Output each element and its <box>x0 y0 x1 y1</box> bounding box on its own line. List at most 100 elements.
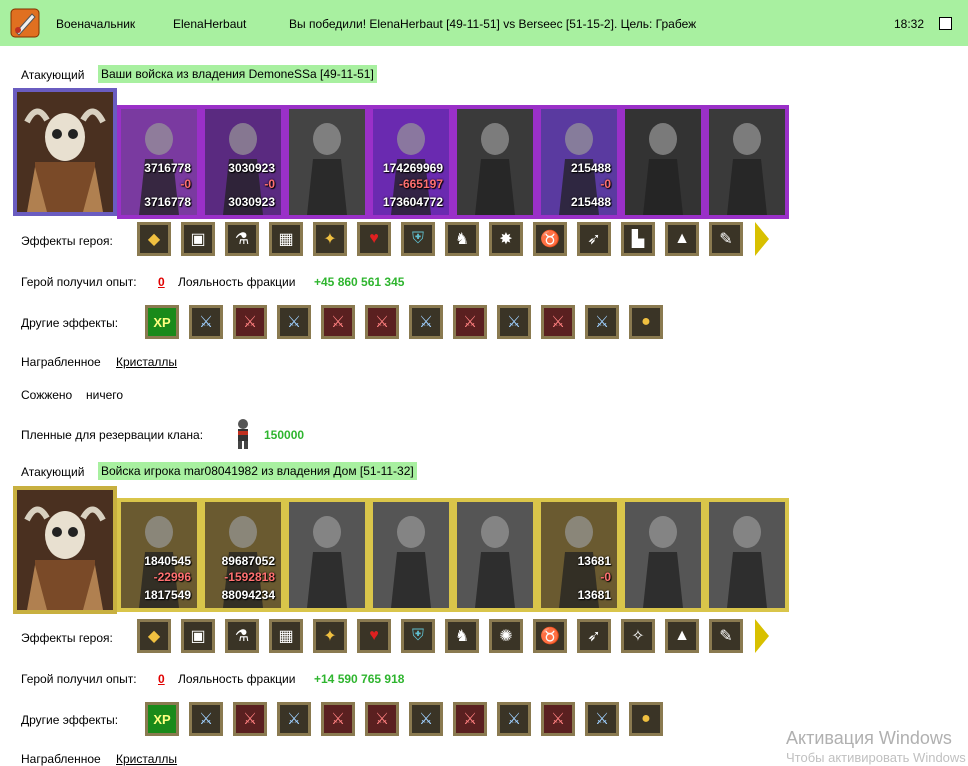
red-sword-icon[interactable]: ⚔ <box>541 702 575 736</box>
gift-icon[interactable]: ▦ <box>269 619 303 653</box>
army-unit-slot[interactable] <box>285 105 369 219</box>
gold-chest-icon[interactable]: ◆ <box>137 222 171 256</box>
hero-portrait[interactable] <box>13 88 117 216</box>
army-unit-slot[interactable]: 3030923 -0 3030923 <box>201 105 285 219</box>
shield-icon[interactable]: ⛨ <box>401 222 435 256</box>
hero-portrait-2[interactable] <box>13 486 117 614</box>
amulet-icon[interactable]: ✺ <box>489 619 523 653</box>
army-unit-slot[interactable] <box>453 105 537 219</box>
gift-icon[interactable]: ▦ <box>269 222 303 256</box>
pyramid-icon[interactable]: ▲ <box>665 619 699 653</box>
scroll-icon[interactable]: ✎ <box>709 222 743 256</box>
armor-icon[interactable]: ▣ <box>181 222 215 256</box>
unit-count-loss: -665197 <box>398 177 443 191</box>
unit-portrait-icon <box>289 502 365 608</box>
windows-activation-watermark: Активация Windows <box>786 728 952 748</box>
bow-icon[interactable]: ➶ <box>577 619 611 653</box>
shield-icon[interactable]: ⛨ <box>401 619 435 653</box>
unit-count-end: 13681 <box>577 588 611 602</box>
skull-helmet-icon <box>17 490 113 610</box>
top-bar: Военачальник ElenaHerbaut Вы победили! E… <box>0 0 968 46</box>
star-icon[interactable]: ✸ <box>489 222 523 256</box>
army-unit-slot[interactable] <box>369 498 453 612</box>
sword-icon[interactable]: ⚔ <box>585 305 619 339</box>
gold-chest-icon[interactable]: ◆ <box>137 619 171 653</box>
exp-value-2[interactable]: 0 <box>158 672 165 686</box>
sword-icon[interactable]: ⚔ <box>277 702 311 736</box>
treasure-icon[interactable]: ✦ <box>313 222 347 256</box>
sword-icon[interactable]: ⚔ <box>497 702 531 736</box>
army-unit-slot[interactable]: 1840545 -22996 1817549 <box>117 498 201 612</box>
army-unit-slot[interactable]: 13681 -0 13681 <box>537 498 621 612</box>
unit-portrait-icon <box>709 109 785 215</box>
game-logo-icon[interactable] <box>10 8 40 38</box>
horns-icon[interactable]: ♉ <box>533 619 567 653</box>
red-sword-icon[interactable]: ⚔ <box>541 305 575 339</box>
army-unit-slot[interactable] <box>453 498 537 612</box>
gold-coins-icon[interactable]: ● <box>629 305 663 339</box>
settings-checkbox[interactable] <box>939 17 952 30</box>
potion-icon[interactable]: ⚗ <box>225 619 259 653</box>
pyramid-icon[interactable]: ▲ <box>665 222 699 256</box>
xp-bonus-icon[interactable]: XP <box>145 305 179 339</box>
wings-icon[interactable]: ✧ <box>621 619 655 653</box>
potion-icon[interactable]: ⚗ <box>225 222 259 256</box>
scroll-right-arrow-icon[interactable] <box>755 619 769 653</box>
other-effects-row-2: XP ⚔ ⚔ ⚔ ⚔ ⚔ ⚔ ⚔ ⚔ ⚔ ⚔ ● <box>145 702 673 736</box>
loot-value[interactable]: Кристаллы <box>116 355 177 369</box>
attacker-label-2: Атакующий <box>21 465 85 479</box>
sword-icon[interactable]: ⚔ <box>497 305 531 339</box>
red-sword-icon[interactable]: ⚔ <box>321 305 355 339</box>
unit-count-loss: -0 <box>264 177 275 191</box>
unit-count-start: 89687052 <box>221 554 275 568</box>
unit-count-end: 88094234 <box>221 588 275 602</box>
unit-count-loss: -0 <box>600 177 611 191</box>
scroll-icon[interactable]: ✎ <box>709 619 743 653</box>
red-sword-icon[interactable]: ⚔ <box>365 702 399 736</box>
scroll-right-arrow-icon[interactable] <box>755 222 769 256</box>
army-unit-slot[interactable]: 215488 -0 215488 <box>537 105 621 219</box>
boots-icon[interactable]: ▙ <box>621 222 655 256</box>
treasure-icon[interactable]: ✦ <box>313 619 347 653</box>
heart-icon[interactable]: ♥ <box>357 619 391 653</box>
loot-value-2[interactable]: Кристаллы <box>116 752 177 766</box>
xp-bonus-icon[interactable]: XP <box>145 702 179 736</box>
sword-icon[interactable]: ⚔ <box>409 305 443 339</box>
hero-effects-row-2: ◆ ▣ ⚗ ▦ ✦ ♥ ⛨ ♞ ✺ ♉ ➶ ✧ ▲ ✎ <box>137 619 769 653</box>
unit-count-loss: -0 <box>180 177 191 191</box>
sword-icon[interactable]: ⚔ <box>277 305 311 339</box>
beast-icon[interactable]: ♞ <box>445 619 479 653</box>
heart-icon[interactable]: ♥ <box>357 222 391 256</box>
prisoner-icon <box>238 419 248 449</box>
army-unit-slot[interactable] <box>705 105 789 219</box>
sword-icon[interactable]: ⚔ <box>409 702 443 736</box>
hero-effects-row: ◆ ▣ ⚗ ▦ ✦ ♥ ⛨ ♞ ✸ ♉ ➶ ▙ ▲ ✎ <box>137 222 769 256</box>
red-sword-icon[interactable]: ⚔ <box>365 305 399 339</box>
red-sword-icon[interactable]: ⚔ <box>453 702 487 736</box>
beast-icon[interactable]: ♞ <box>445 222 479 256</box>
red-sword-icon[interactable]: ⚔ <box>453 305 487 339</box>
army-unit-slot[interactable] <box>621 105 705 219</box>
exp-value[interactable]: 0 <box>158 275 165 289</box>
unit-portrait-icon <box>289 109 365 215</box>
sword-icon[interactable]: ⚔ <box>189 305 223 339</box>
red-sword-icon[interactable]: ⚔ <box>233 702 267 736</box>
horns-icon[interactable]: ♉ <box>533 222 567 256</box>
army-unit-slot[interactable]: 174269969 -665197 173604772 <box>369 105 453 219</box>
bow-icon[interactable]: ➶ <box>577 222 611 256</box>
exp-label-2: Герой получил опыт: <box>21 672 137 686</box>
red-sword-icon[interactable]: ⚔ <box>321 702 355 736</box>
red-sword-icon[interactable]: ⚔ <box>233 305 267 339</box>
gold-coins-icon[interactable]: ● <box>629 702 663 736</box>
army-unit-slot[interactable] <box>285 498 369 612</box>
sword-icon[interactable]: ⚔ <box>189 702 223 736</box>
army-unit-slot[interactable] <box>705 498 789 612</box>
armor-icon[interactable]: ▣ <box>181 619 215 653</box>
loot-label: Награбленное <box>21 355 101 369</box>
army-unit-slot[interactable]: 89687052 -1592818 88094234 <box>201 498 285 612</box>
army-unit-slot[interactable] <box>621 498 705 612</box>
army-title-2: Войска игрока mar08041982 из владения До… <box>98 462 417 480</box>
player-link[interactable]: ElenaHerbaut <box>173 17 246 31</box>
army-unit-slot[interactable]: 3716778 -0 3716778 <box>117 105 201 219</box>
sword-icon[interactable]: ⚔ <box>585 702 619 736</box>
